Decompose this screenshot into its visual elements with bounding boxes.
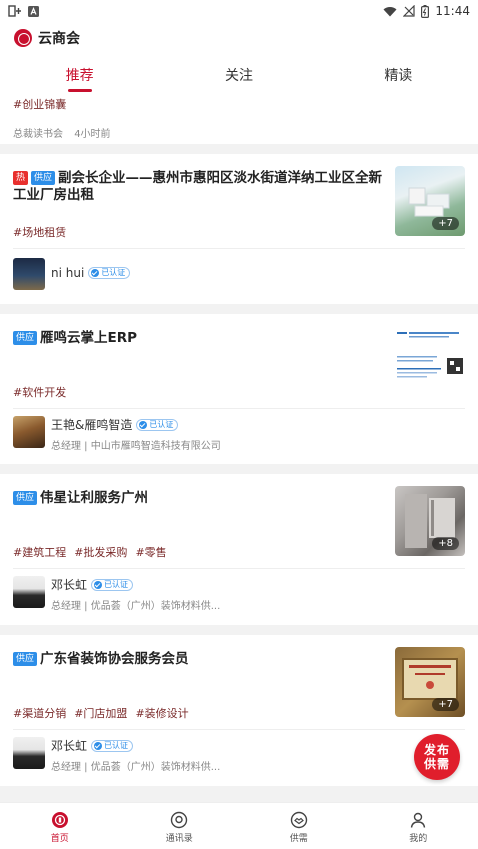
publish-supply-demand-button[interactable]: 发布 供需 <box>414 734 460 780</box>
status-time: 11:44 <box>435 4 470 18</box>
author-subtitle: 总经理 | 中山市雁鸣智造科技有限公司 <box>51 441 221 452</box>
card-tag[interactable]: #场地租赁 <box>13 226 66 239</box>
card-tag[interactable]: #批发采购 <box>74 546 127 559</box>
tab-featured[interactable]: 精读 <box>319 54 478 94</box>
verified-check-icon <box>94 580 103 589</box>
verified-check-icon <box>94 741 103 750</box>
notification-icon <box>8 5 21 17</box>
avatar[interactable] <box>13 576 45 608</box>
hot-badge: 热 <box>13 171 29 185</box>
verified-check-icon <box>139 420 148 429</box>
fab-line1: 发布 <box>423 743 450 757</box>
document-image-icon <box>397 330 463 378</box>
author-name: 邓长虹 <box>51 578 88 592</box>
feed-list[interactable]: #创业锦囊 总裁读书会 4小时前 热供应 副会长企业——惠州市惠阳区淡水街道洋纳工… <box>0 94 478 802</box>
app-title: 云商会 <box>38 31 80 47</box>
card-title-text: 副会长企业——惠州市惠阳区淡水街道洋纳工业区全新工业厂房出租 <box>13 170 383 203</box>
verified-badge: 已认证 <box>91 578 134 591</box>
no-signal-icon <box>403 5 416 17</box>
avatar[interactable] <box>13 416 45 448</box>
card-tag[interactable]: #创业锦囊 <box>13 98 66 111</box>
feed-tabs: 推荐 关注 精读 <box>0 54 478 94</box>
card-time: 4小时前 <box>74 129 111 140</box>
verified-badge: 已认证 <box>91 739 134 752</box>
feed-card-partial[interactable]: #创业锦囊 总裁读书会 4小时前 <box>0 94 478 144</box>
card-tag[interactable]: #建筑工程 <box>13 546 66 559</box>
card-thumbnail[interactable] <box>395 326 465 396</box>
card-tag[interactable]: #门店加盟 <box>74 707 127 720</box>
divider <box>13 568 465 569</box>
nav-label: 我的 <box>409 834 428 844</box>
card-author[interactable]: ni hui 已认证 <box>13 258 131 290</box>
author-name: 王艳&雁鸣智造 <box>51 418 133 432</box>
image-count-badge: +8 <box>432 537 459 550</box>
author-subtitle: 总经理 | 优品荟（广州）装饰材料供... <box>51 762 221 773</box>
card-author[interactable]: 邓长虹 已认证 总经理 | 优品荟（广州）装饰材料供... <box>13 576 220 612</box>
app-header: 云商会 <box>0 22 478 54</box>
verified-check-icon <box>91 269 100 277</box>
card-tag[interactable]: #装修设计 <box>135 707 188 720</box>
card-title-text: 雁鸣云掌上ERP <box>40 330 138 346</box>
card-tag[interactable]: #零售 <box>135 546 166 559</box>
feed-card[interactable]: 供应 广东省装饰协会服务会员 +7 #渠道分销 #门店加盟 #装修设计 邓长虹 已认证… <box>0 635 478 786</box>
nav-label: 首页 <box>50 834 69 844</box>
card-author[interactable]: 邓长虹 已认证 总经理 | 优品荟（广州）装饰材料供... <box>13 737 220 773</box>
app-notification-icon <box>28 5 39 17</box>
home-icon <box>51 812 68 828</box>
fab-line2: 供需 <box>423 757 450 771</box>
feed-card[interactable]: 供应 伟星让利服务广州 +8 #建筑工程 #批发采购 #零售 邓长虹 已认证 总经理 … <box>0 474 478 625</box>
tab-recommend[interactable]: 推荐 <box>0 54 159 94</box>
nav-label: 供需 <box>289 834 308 844</box>
tab-follow[interactable]: 关注 <box>159 54 318 94</box>
image-count-badge: +7 <box>432 698 459 711</box>
profile-icon <box>411 812 426 828</box>
supply-badge: 供应 <box>13 331 38 345</box>
divider <box>13 729 465 730</box>
supply-badge: 供应 <box>13 491 38 505</box>
nav-supply-demand[interactable]: 供需 <box>239 803 359 849</box>
nav-contacts[interactable]: 通讯录 <box>120 803 240 849</box>
card-tag[interactable]: #渠道分销 <box>13 707 66 720</box>
author-name: 邓长虹 <box>51 739 88 753</box>
card-source: 总裁读书会 <box>13 129 63 140</box>
card-thumbnail[interactable]: +7 <box>395 647 465 717</box>
nav-label: 通讯录 <box>165 834 193 844</box>
feed-card[interactable]: 热供应 副会长企业——惠州市惠阳区淡水街道洋纳工业区全新工业厂房出租 +7 #场地… <box>0 154 478 304</box>
image-count-badge: +7 <box>432 217 459 230</box>
verified-badge: 已认证 <box>136 418 179 431</box>
status-bar: 11:44 <box>0 0 478 22</box>
battery-icon <box>421 4 430 18</box>
handshake-icon <box>290 811 307 829</box>
divider <box>13 408 465 409</box>
nav-home[interactable]: 首页 <box>0 803 120 849</box>
author-subtitle: 总经理 | 优品荟（广州）装饰材料供... <box>51 601 221 612</box>
card-author[interactable]: 王艳&雁鸣智造 已认证 总经理 | 中山市雁鸣智造科技有限公司 <box>13 416 221 452</box>
card-title-text: 伟星让利服务广州 <box>40 490 149 506</box>
supply-badge: 供应 <box>13 652 38 666</box>
verified-badge: 已认证 <box>88 267 131 279</box>
avatar[interactable] <box>13 737 45 769</box>
card-title-text: 广东省装饰协会服务会员 <box>40 651 189 667</box>
supply-badge: 供应 <box>31 171 56 185</box>
bottom-nav: 首页 通讯录 供需 我的 <box>0 802 478 849</box>
card-thumbnail[interactable]: +7 <box>395 166 465 236</box>
app-logo-icon <box>14 29 32 47</box>
avatar[interactable] <box>13 258 45 290</box>
author-name: ni hui <box>51 266 85 280</box>
contacts-icon <box>171 811 188 829</box>
divider <box>13 248 465 249</box>
card-thumbnail[interactable]: +8 <box>395 486 465 556</box>
feed-card[interactable]: 供应 雁鸣云掌上ERP #软件开发 王艳&雁鸣智造 已认证 总经理 | 中山市雁… <box>0 314 478 464</box>
wifi-icon <box>383 6 397 17</box>
card-tag[interactable]: #软件开发 <box>13 386 66 399</box>
nav-profile[interactable]: 我的 <box>359 803 478 849</box>
